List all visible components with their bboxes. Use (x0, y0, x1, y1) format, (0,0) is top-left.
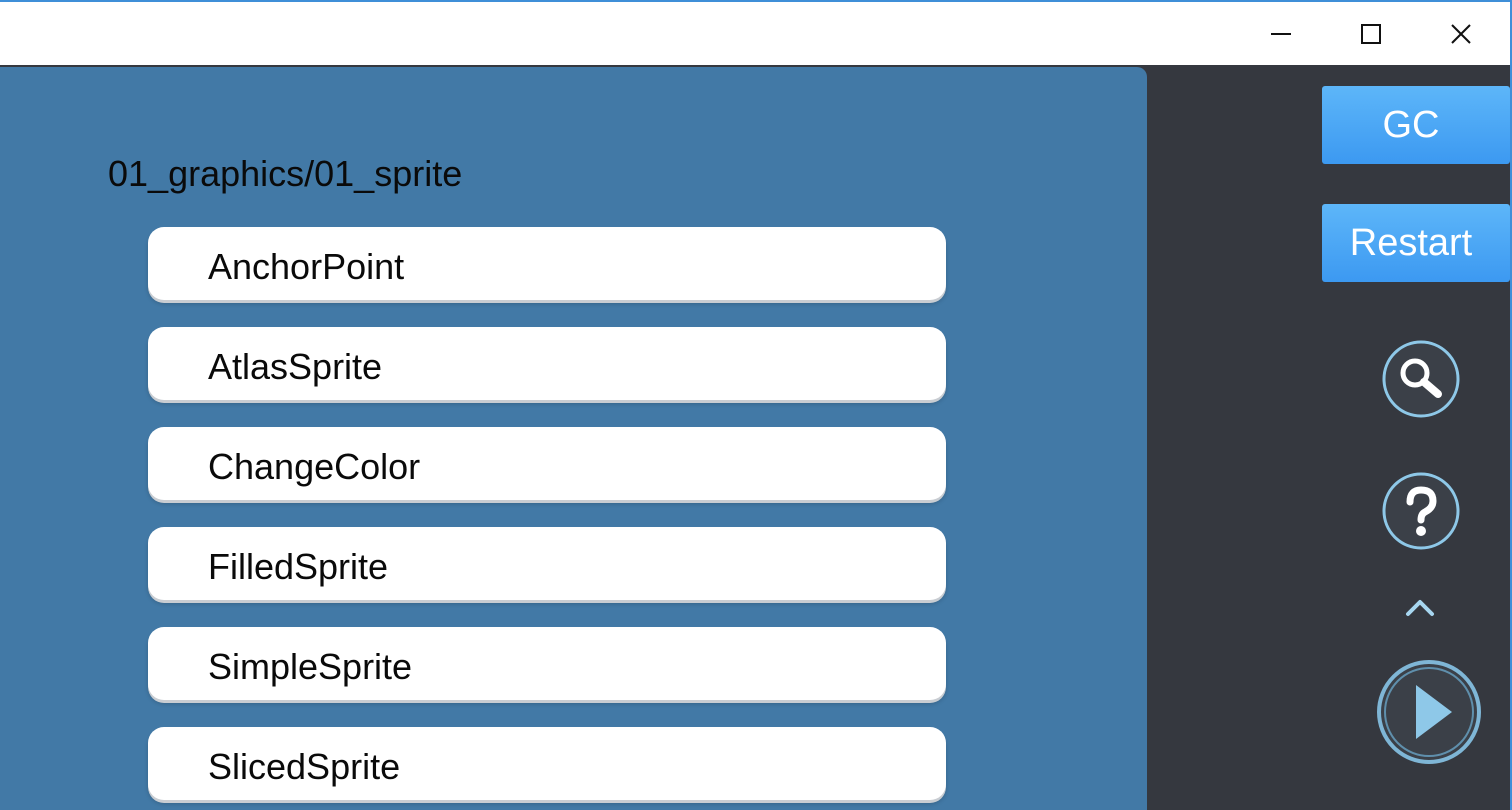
help-icon (1382, 472, 1460, 550)
maximize-icon (1361, 23, 1381, 44)
list-item-anchorpoint[interactable]: AnchorPoint (148, 227, 946, 300)
minimize-icon (1271, 32, 1291, 35)
title-bar (0, 2, 1510, 65)
list-item-label: SimpleSprite (208, 646, 413, 687)
list-item-label: ChangeColor (208, 446, 421, 487)
list-item-simplesprite[interactable]: SimpleSprite (148, 627, 946, 700)
test-list-panel: 01_graphics/01_sprite AnchorPoint AtlasS… (0, 67, 1147, 810)
app-window: 01_graphics/01_sprite AnchorPoint AtlasS… (0, 0, 1512, 810)
list-item-label: AtlasSprite (208, 346, 383, 387)
minimize-button[interactable] (1236, 2, 1326, 65)
list-item-label: SlicedSprite (208, 746, 401, 787)
test-case-list: AnchorPoint AtlasSprite ChangeColor Fill… (148, 227, 948, 810)
close-button[interactable] (1416, 2, 1506, 65)
play-button[interactable] (1374, 657, 1484, 767)
list-item-label: FilledSprite (208, 546, 389, 587)
list-item-label: AnchorPoint (208, 246, 405, 287)
search-icon (1382, 340, 1460, 418)
restart-button[interactable]: Restart (1322, 204, 1510, 282)
list-item-changecolor[interactable]: ChangeColor (148, 427, 946, 500)
search-button[interactable] (1380, 338, 1462, 420)
maximize-button[interactable] (1326, 2, 1416, 65)
collapse-toggle-button[interactable] (1402, 592, 1438, 622)
play-icon (1377, 660, 1481, 764)
chevron-up-icon (1406, 600, 1434, 616)
app-content: 01_graphics/01_sprite AnchorPoint AtlasS… (0, 65, 1510, 810)
close-icon (1451, 23, 1471, 44)
help-button[interactable] (1380, 470, 1462, 552)
list-item-filledsprite[interactable]: FilledSprite (148, 527, 946, 600)
list-item-slicedsprite[interactable]: SlicedSprite (148, 727, 946, 800)
gc-button[interactable]: GC (1322, 86, 1510, 164)
current-path-title: 01_graphics/01_sprite (108, 153, 463, 194)
list-item-atlassprite[interactable]: AtlasSprite (148, 327, 946, 400)
